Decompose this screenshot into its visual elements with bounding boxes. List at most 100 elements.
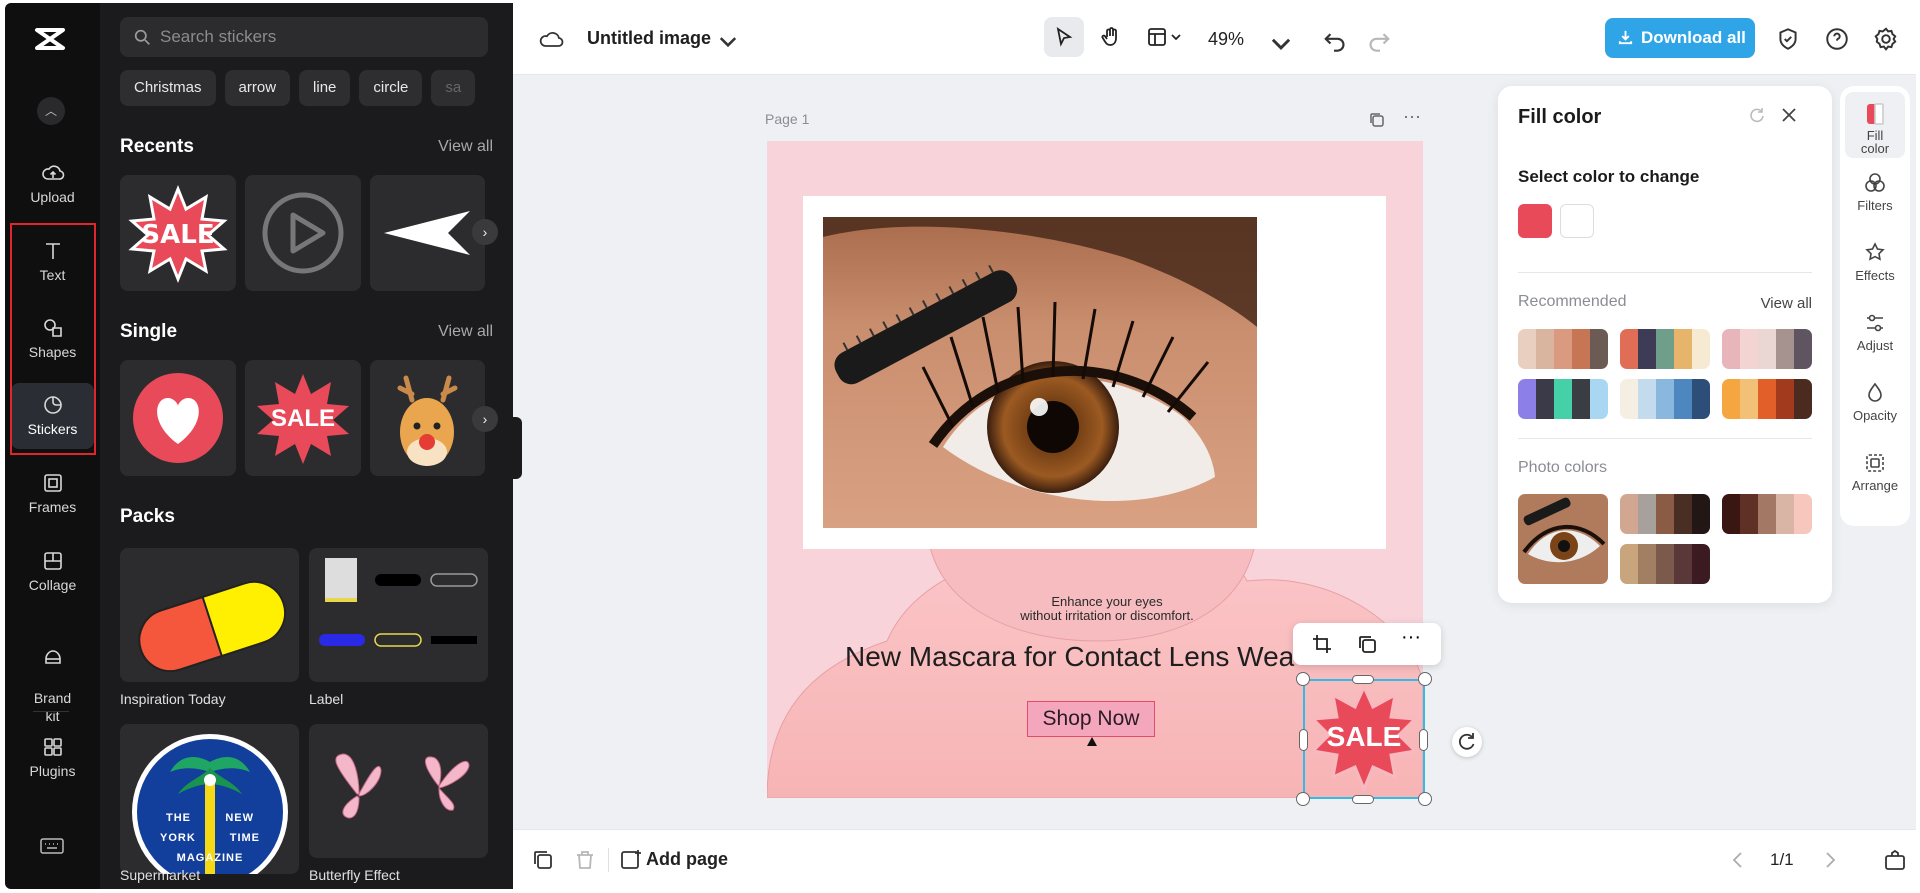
zoom-level[interactable]: 49% bbox=[1208, 29, 1244, 50]
rotate-handle[interactable] bbox=[1452, 727, 1482, 757]
chip-christmas[interactable]: Christmas bbox=[120, 70, 216, 106]
add-page-icon-button[interactable] bbox=[619, 848, 643, 872]
palette-color-chip bbox=[1776, 494, 1794, 534]
crop-button[interactable] bbox=[1311, 633, 1333, 655]
resize-handle-bottom-left[interactable] bbox=[1296, 792, 1310, 806]
color-palette[interactable] bbox=[1620, 329, 1710, 369]
sticker-arrow-recent[interactable] bbox=[370, 175, 485, 291]
search-input[interactable]: Search stickers bbox=[120, 17, 488, 57]
undo-button[interactable] bbox=[1321, 27, 1345, 52]
rail-item-shapes[interactable]: Shapes bbox=[11, 306, 94, 372]
pages-drawer-icon bbox=[1885, 849, 1905, 870]
title-dropdown-button[interactable] bbox=[715, 28, 737, 48]
next-page-button[interactable] bbox=[1818, 848, 1842, 872]
panel-collapse-handle[interactable] bbox=[512, 417, 522, 479]
color-palette[interactable] bbox=[1620, 379, 1710, 419]
palette-color-chip bbox=[1590, 329, 1608, 369]
tool-filters[interactable]: Filters bbox=[1845, 161, 1905, 227]
select-tool-button[interactable] bbox=[1044, 17, 1084, 57]
color-palette[interactable] bbox=[1620, 494, 1710, 534]
palette-color-chip bbox=[1740, 379, 1758, 419]
collapse-rail-button[interactable]: ︿ bbox=[37, 97, 65, 125]
chip-circle[interactable]: circle bbox=[359, 70, 423, 106]
add-page-button[interactable]: Add page bbox=[646, 849, 728, 870]
single-next-button[interactable]: › bbox=[472, 406, 498, 432]
color-palette[interactable] bbox=[1722, 494, 1812, 534]
rail-item-brand-kit[interactable]: Brand kit bbox=[11, 617, 94, 724]
photo-thumbnail[interactable] bbox=[1518, 494, 1608, 584]
duplicate-page-button[interactable] bbox=[1368, 111, 1386, 129]
tool-arrange[interactable]: Arrange bbox=[1845, 441, 1905, 507]
recommended-view-all[interactable]: View all bbox=[1761, 295, 1812, 312]
palette-color-chip bbox=[1776, 329, 1794, 369]
help-button[interactable] bbox=[1824, 26, 1848, 50]
sticker-sale-single[interactable]: SALE bbox=[245, 360, 361, 476]
hand-tool-button[interactable] bbox=[1091, 17, 1131, 57]
rail-item-plugins[interactable]: Plugins bbox=[11, 725, 94, 791]
enhance-copy[interactable]: Enhance your eyes without irritation or … bbox=[967, 595, 1247, 623]
tool-adjust[interactable]: Adjust bbox=[1845, 301, 1905, 367]
security-button[interactable] bbox=[1775, 26, 1799, 50]
rail-item-frames[interactable]: Frames bbox=[11, 461, 94, 527]
headline-text[interactable]: New Mascara for Contact Lens Wea bbox=[845, 641, 1294, 673]
sticker-play-recent[interactable] bbox=[245, 175, 361, 291]
close-panel-button[interactable] bbox=[1780, 106, 1798, 124]
resize-handle-top-left[interactable] bbox=[1296, 672, 1310, 686]
sticker-heart[interactable] bbox=[120, 360, 236, 476]
color-palette[interactable] bbox=[1518, 379, 1608, 419]
sticker-sale-recent[interactable]: SALE bbox=[120, 175, 236, 291]
pages-panel-button[interactable] bbox=[1883, 848, 1907, 872]
element-more-button[interactable]: ··· bbox=[1401, 627, 1423, 655]
chip-sale[interactable]: sa bbox=[431, 70, 476, 106]
color-palette[interactable] bbox=[1722, 329, 1812, 369]
resize-handle-top[interactable] bbox=[1352, 675, 1374, 684]
delete-page-button[interactable] bbox=[573, 848, 597, 872]
pack-inspiration-today[interactable] bbox=[120, 548, 299, 682]
fill-color-panel: Fill color Select color to change Recomm… bbox=[1498, 86, 1832, 603]
color-palette[interactable] bbox=[1518, 329, 1608, 369]
sticker-reindeer[interactable] bbox=[370, 360, 485, 476]
zoom-dropdown-button[interactable] bbox=[1268, 30, 1291, 50]
duplicate-element-button[interactable] bbox=[1356, 633, 1378, 655]
cloud-save-button[interactable] bbox=[539, 26, 565, 52]
eye-mascara-photo[interactable] bbox=[823, 217, 1257, 528]
resize-handle-bottom[interactable] bbox=[1352, 795, 1374, 804]
tool-effects[interactable]: Effects bbox=[1845, 231, 1905, 297]
resize-handle-bottom-right[interactable] bbox=[1418, 792, 1432, 806]
photo-frame[interactable] bbox=[803, 196, 1386, 549]
resize-handle-right[interactable] bbox=[1419, 729, 1428, 751]
prev-page-button[interactable] bbox=[1726, 848, 1750, 872]
rail-item-text[interactable]: Text bbox=[11, 229, 94, 295]
recents-view-all[interactable]: View all bbox=[438, 138, 493, 156]
capcut-logo-icon[interactable] bbox=[32, 21, 68, 57]
rail-item-collage[interactable]: Collage bbox=[11, 539, 94, 605]
pack-butterfly-effect[interactable] bbox=[309, 724, 488, 858]
resize-handle-left[interactable] bbox=[1299, 729, 1308, 751]
tool-fill-color[interactable]: Fill color bbox=[1845, 92, 1905, 158]
resize-handle-top-right[interactable] bbox=[1418, 672, 1432, 686]
arrange-icon bbox=[1866, 454, 1884, 472]
redo-button[interactable] bbox=[1367, 27, 1390, 52]
document-title[interactable]: Untitled image bbox=[587, 28, 711, 49]
tool-opacity[interactable]: Opacity bbox=[1845, 371, 1905, 437]
settings-button[interactable] bbox=[1873, 26, 1897, 51]
color-palette[interactable] bbox=[1722, 379, 1812, 419]
page-more-button[interactable]: ··· bbox=[1403, 107, 1423, 129]
rail-item-upload[interactable]: Upload bbox=[11, 151, 94, 217]
color-palette[interactable] bbox=[1620, 544, 1710, 584]
chip-line[interactable]: line bbox=[299, 70, 351, 106]
pack-label-stickers[interactable] bbox=[309, 548, 488, 682]
color-swatch-red[interactable] bbox=[1518, 204, 1552, 238]
reset-color-button[interactable] bbox=[1748, 106, 1766, 124]
pack-supermarket[interactable]: THE NEW YORK TIME MAGAZINE bbox=[120, 724, 299, 874]
color-swatch-white[interactable] bbox=[1560, 204, 1594, 238]
duplicate-page-bottom-button[interactable] bbox=[531, 848, 555, 872]
rail-item-stickers[interactable]: Stickers bbox=[11, 383, 94, 449]
single-view-all[interactable]: View all bbox=[438, 323, 493, 341]
chip-arrow[interactable]: arrow bbox=[224, 70, 291, 106]
recents-next-button[interactable]: › bbox=[472, 219, 498, 245]
keyboard-shortcuts-button[interactable] bbox=[40, 837, 64, 855]
download-all-button[interactable]: Download all bbox=[1605, 18, 1755, 58]
shop-now-button[interactable]: Shop Now bbox=[1027, 701, 1155, 737]
layout-menu-button[interactable] bbox=[1137, 17, 1191, 57]
